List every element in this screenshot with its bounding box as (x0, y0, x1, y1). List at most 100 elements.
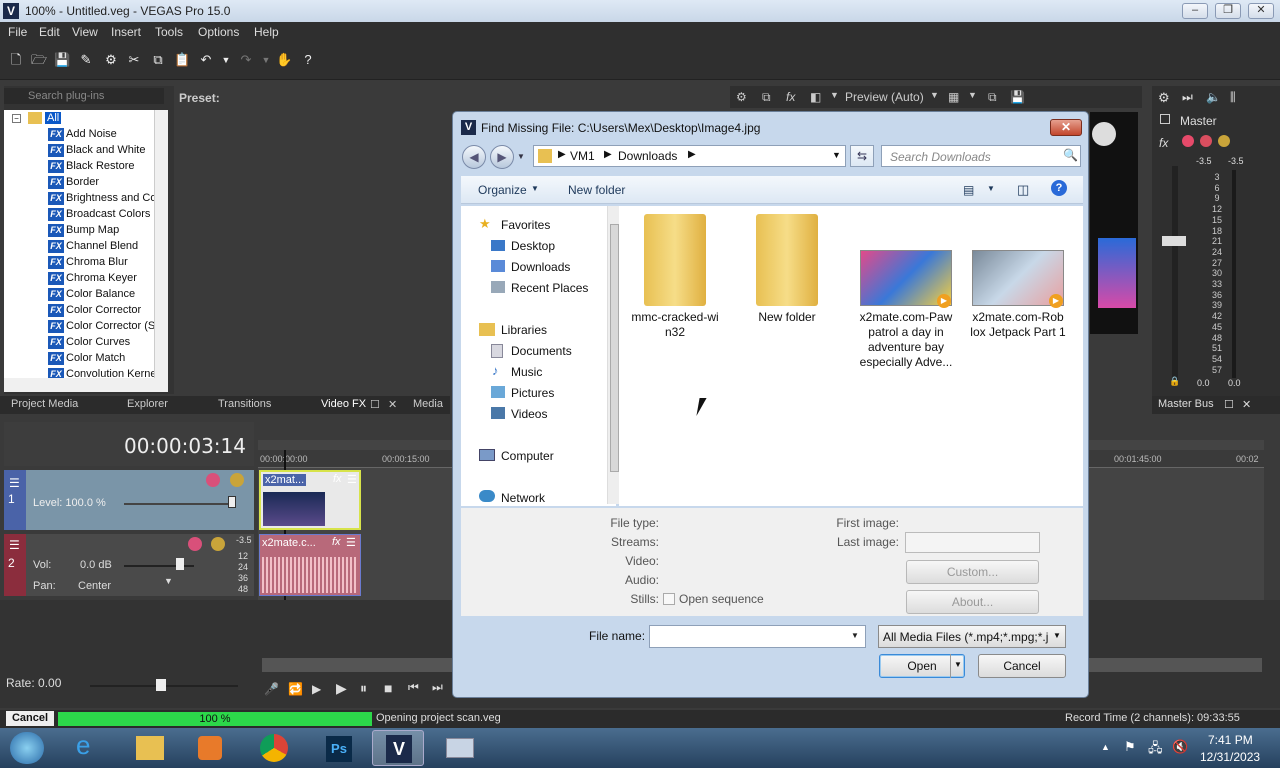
plugin-tree-hscrollbar[interactable] (4, 378, 168, 392)
history-dropdown-icon[interactable]: ▼ (517, 152, 525, 161)
track2-pan-handle[interactable]: ▼ (164, 576, 173, 586)
menu-view[interactable]: View (72, 25, 98, 39)
cancel-loading-button[interactable]: Cancel (6, 711, 54, 726)
split-dropdown-icon[interactable]: ▼ (830, 90, 839, 100)
plugin-item[interactable]: Chroma Keyer (66, 272, 137, 284)
split-screen-icon[interactable]: ◧ (810, 90, 821, 104)
file-type-filter-select[interactable]: All Media Files (*.mp4;*.mpg;*.j ▼ (878, 625, 1066, 648)
save-snapshot-icon[interactable]: 💾 (1010, 90, 1025, 104)
plugin-item[interactable]: Bump Map (66, 224, 119, 236)
plugin-item[interactable]: Color Balance (66, 288, 135, 300)
tray-volume-icon[interactable]: 🔇 (1172, 739, 1188, 755)
filter-dropdown-icon[interactable]: ▼ (1053, 631, 1061, 640)
preview-pane-icon[interactable]: ◫ (1017, 182, 1029, 198)
tab-close-icon[interactable]: ✕ (388, 398, 397, 411)
track1-solo-icon[interactable] (230, 473, 244, 487)
audio-track-header[interactable]: ☰ 2 Vol: 0.0 dB Pan: Center ▼ -3.5 12 24 3… (4, 534, 254, 596)
chrome-icon[interactable] (248, 730, 300, 766)
start-button[interactable] (10, 732, 44, 764)
plugin-item[interactable]: Color Corrector (S (66, 320, 154, 332)
master-fader-track[interactable] (1172, 166, 1178, 380)
clock-date[interactable]: 12/31/2023 (1200, 750, 1260, 764)
tray-network-icon[interactable]: 🖧 (1148, 739, 1163, 761)
master-checkbox[interactable] (1160, 114, 1170, 124)
mute-speaker-icon[interactable]: 🔈 (1206, 90, 1221, 104)
dialog-search-icon[interactable]: 🔍 (1063, 148, 1078, 162)
keyboard-app-icon[interactable] (434, 730, 486, 766)
file-name-input[interactable]: ▼ (649, 625, 866, 648)
track-menu-icon[interactable]: ☰ (9, 476, 20, 490)
hand-tool-icon[interactable]: ✋ (276, 52, 292, 68)
nav-desktop[interactable]: Desktop (511, 239, 555, 253)
track2-mute-icon[interactable] (188, 537, 202, 551)
clip-menu-icon[interactable]: ☰ (347, 473, 357, 486)
collapse-icon[interactable]: − (12, 114, 21, 123)
menu-tools[interactable]: Tools (155, 25, 183, 39)
search-downloads-input[interactable]: Search Downloads (881, 145, 1081, 167)
master-solo-icon[interactable] (1218, 135, 1230, 147)
audio-clip-menu-icon[interactable]: ☰ (346, 536, 356, 549)
breadcrumb-vm1[interactable]: VM1 (570, 149, 595, 163)
lock-icon[interactable]: 🔒 (1169, 376, 1180, 387)
breadcrumb-downloads[interactable]: Downloads (618, 149, 677, 163)
tab-master-bus[interactable]: Master Bus (1158, 398, 1214, 410)
last-image-field[interactable] (905, 532, 1040, 553)
file-item-mmc-cracked[interactable]: mmc-cracked-wi n32 (625, 310, 725, 340)
nav-favorites[interactable]: Favorites (501, 218, 550, 232)
new-folder-button[interactable]: New folder (568, 183, 625, 197)
master-fader-handle[interactable] (1162, 236, 1186, 246)
menu-help[interactable]: Help (254, 25, 279, 39)
nav-music[interactable]: Music (511, 365, 542, 379)
go-to-start-icon[interactable]: ⏮ (408, 680, 419, 695)
media-player-icon[interactable] (184, 730, 236, 766)
master-mute-icon[interactable] (1200, 135, 1212, 147)
open-folder-icon[interactable]: 🗁 (31, 52, 47, 68)
file-item-new-folder[interactable]: New folder (737, 310, 837, 325)
menu-edit[interactable]: Edit (39, 25, 60, 39)
nav-recent-places[interactable]: Recent Places (511, 281, 588, 295)
audio-clip-fx-icon[interactable]: fx (332, 536, 341, 548)
copy-icon[interactable]: ⧉ (150, 52, 166, 68)
plugin-item[interactable]: Add Noise (66, 128, 117, 140)
clip-fx-icon[interactable]: fx (333, 473, 342, 485)
plugin-item[interactable]: Black and White (66, 144, 145, 156)
tree-root-all[interactable]: All (45, 112, 62, 124)
tab-explorer[interactable]: Explorer (127, 398, 168, 410)
track2-solo-icon[interactable] (211, 537, 225, 551)
menu-file[interactable]: File (8, 25, 27, 39)
copy-snapshot-icon[interactable]: ⧉ (988, 90, 997, 105)
help-icon[interactable]: ? (1051, 180, 1067, 196)
tab-project-media[interactable]: Project Media (11, 398, 78, 410)
internet-explorer-icon[interactable]: e (64, 730, 116, 766)
plugin-item[interactable]: Border (66, 176, 99, 188)
play-icon[interactable]: ▶ (336, 680, 347, 697)
nav-videos[interactable]: Videos (511, 407, 547, 421)
overlays-grid-icon[interactable]: ▦ (948, 90, 959, 104)
pause-icon[interactable]: ⏸ (360, 680, 367, 697)
custom-button[interactable]: Custom... (906, 560, 1039, 584)
menu-options[interactable]: Options (198, 25, 239, 39)
file-item-roblox[interactable]: x2mate.com-Rob lox Jetpack Part 1 (968, 310, 1068, 340)
new-file-icon[interactable]: 🗋 (8, 52, 24, 68)
dialog-close-button[interactable]: ✕ (1050, 119, 1082, 136)
plugin-tree[interactable]: − All FX Add Noise FX Black and White FX Blac… (4, 110, 154, 378)
preview-fx-icon[interactable]: fx (786, 90, 795, 104)
track2-vol-handle[interactable] (176, 558, 184, 570)
undo-icon[interactable]: ↶ (198, 52, 214, 68)
properties-gear-icon[interactable]: ⚙ (103, 52, 119, 68)
file-explorer-icon[interactable] (124, 730, 176, 766)
preview-copy-icon[interactable]: ⧉ (762, 90, 771, 105)
view-options-icon[interactable]: ▤ (963, 183, 974, 197)
address-chevron-icon[interactable]: ▶ (558, 149, 566, 160)
forward-button[interactable]: ▶ (490, 145, 514, 169)
tray-expand-icon[interactable]: ▲ (1101, 742, 1110, 752)
address-bar[interactable]: ▶ VM1 ▶ Downloads ▶ ▼ (533, 145, 846, 167)
cut-icon[interactable]: ✂ (126, 52, 142, 68)
master-maximize-icon[interactable]: ☐ (1224, 398, 1234, 411)
audio-clip[interactable]: x2mate.c... fx ☰ (259, 534, 361, 596)
folder-icon-new-folder[interactable] (756, 214, 818, 306)
downmix-icon[interactable]: ⏭ (1182, 90, 1193, 105)
render-icon[interactable]: ✎ (78, 52, 94, 68)
tab-video-fx[interactable]: Video FX (321, 398, 366, 410)
preview-quality-dropdown[interactable]: Preview (Auto) (845, 90, 924, 104)
